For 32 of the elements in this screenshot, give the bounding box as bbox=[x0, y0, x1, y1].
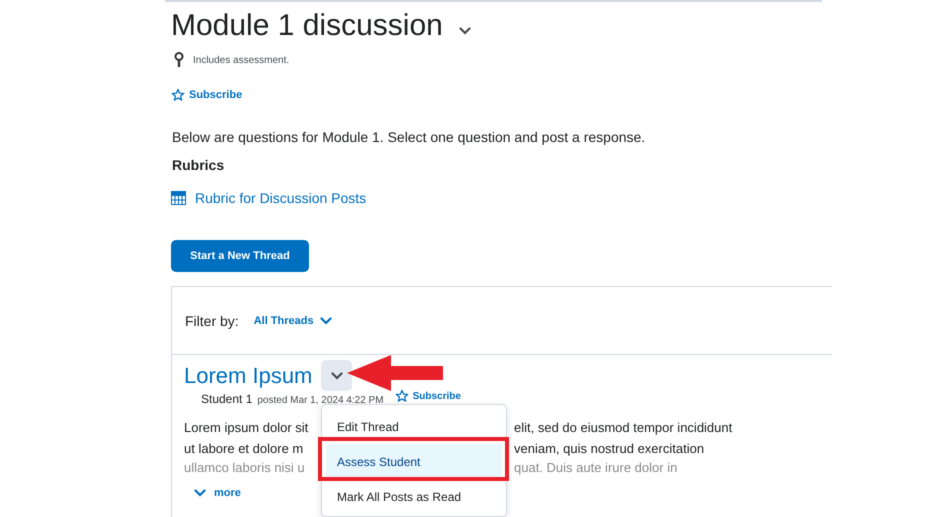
post-text: quat. Duis aute irure dolor in bbox=[514, 460, 678, 474]
pin-icon bbox=[174, 52, 184, 68]
post-text: veniam, quis nostrud exercitation bbox=[514, 441, 704, 456]
menu-item[interactable]: Assess Student bbox=[326, 444, 502, 479]
post-date: posted Mar 1, 2024 4:22 PM bbox=[257, 395, 384, 406]
post-text: Lorem ipsum dolor sit bbox=[184, 420, 310, 435]
rubrics-heading: Rubrics bbox=[172, 157, 226, 173]
caret-icon bbox=[194, 489, 206, 497]
menu-item[interactable]: Mark All Posts as Read bbox=[322, 479, 506, 514]
caret-icon bbox=[320, 316, 332, 324]
rubric-link[interactable]: Rubric for Discussion Posts bbox=[195, 190, 366, 206]
description-text: Below are questions for Module 1. Select one question and post a response. bbox=[172, 129, 646, 145]
post-text: ullamco laboris nisi u bbox=[184, 460, 306, 474]
post-text: elit, sed do eiusmod tempor incididunt bbox=[514, 420, 732, 435]
star-icon bbox=[394, 389, 409, 403]
filter-label: Filter by: bbox=[185, 312, 239, 328]
grid-icon bbox=[171, 191, 186, 205]
subscribe-link[interactable]: Subscribe bbox=[171, 88, 242, 102]
thread-title-link[interactable]: Lorem Ipsum bbox=[184, 362, 312, 388]
assessment-note: Includes assessment. bbox=[193, 54, 290, 66]
caret-icon bbox=[330, 372, 343, 380]
author-name: Student 1 bbox=[201, 392, 252, 406]
star-icon bbox=[171, 88, 185, 102]
subscribe-link[interactable]: Subscribe bbox=[394, 389, 461, 403]
menu-item[interactable]: Edit Thread bbox=[322, 409, 506, 444]
more-link[interactable]: more bbox=[194, 487, 241, 499]
page-title: Module 1 discussion bbox=[171, 9, 443, 43]
post-text: ut labore et dolore m bbox=[184, 441, 304, 456]
new-thread-button[interactable]: Start a New Thread bbox=[171, 240, 309, 272]
context-menu-button[interactable] bbox=[321, 360, 352, 391]
filter-dropdown[interactable]: All Threads bbox=[254, 314, 332, 326]
caret-icon[interactable] bbox=[456, 25, 473, 37]
